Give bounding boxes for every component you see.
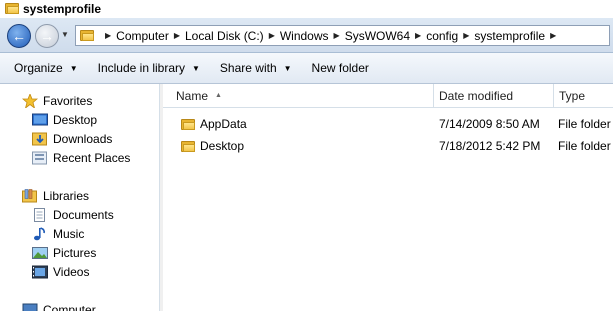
share-with-label: Share with [219, 61, 277, 75]
command-bar: Organize ▼ Include in library ▼ Share wi… [0, 53, 613, 84]
column-header-type[interactable]: Type [559, 84, 585, 107]
breadcrumb-separator[interactable]: ▶ [105, 31, 111, 40]
breadcrumb-separator[interactable]: ▶ [269, 31, 275, 40]
folder-icon [181, 118, 195, 131]
title-bar: systemprofile [0, 0, 613, 18]
chevron-down-icon: ▼ [192, 63, 200, 73]
breadcrumb-separator[interactable]: ▶ [463, 31, 469, 40]
chevron-down-icon: ▼ [283, 63, 292, 73]
file-row[interactable]: Desktop 7/18/2012 5:42 PM File folder [163, 136, 613, 156]
nav-label: Downloads [53, 132, 113, 146]
downloads-folder-icon [32, 132, 48, 146]
folder-icon [181, 140, 195, 153]
new-folder-label: New folder [311, 61, 369, 75]
include-in-library-label: Include in library [97, 61, 185, 75]
back-button[interactable]: ← [7, 24, 31, 48]
file-date: 7/18/2012 5:42 PM [439, 139, 541, 153]
arrow-left-icon: ← [12, 28, 26, 44]
breadcrumb-separator[interactable]: ▶ [415, 31, 421, 40]
nav-item-pictures[interactable]: Pictures [32, 246, 96, 260]
folder-icon [5, 3, 19, 15]
breadcrumb-windows[interactable]: Windows [280, 29, 329, 43]
pictures-icon [32, 246, 48, 260]
file-type: File folder [558, 117, 611, 131]
breadcrumb-computer[interactable]: Computer [116, 29, 169, 43]
column-header-name[interactable]: Name ▲ [176, 84, 222, 107]
breadcrumb-separator[interactable]: ▶ [334, 31, 340, 40]
file-name: Desktop [200, 139, 245, 153]
nav-label: Favorites [43, 94, 93, 108]
recent-places-icon [32, 151, 48, 165]
file-name-cell: Desktop [181, 136, 381, 156]
nav-label: Libraries [43, 189, 90, 203]
nav-item-videos[interactable]: Videos [32, 265, 89, 279]
breadcrumb-syswow64[interactable]: SysWOW64 [345, 29, 410, 43]
share-with-button[interactable]: Share with ▼ [220, 61, 292, 75]
file-name-cell: AppData [181, 114, 381, 134]
nav-label: Documents [53, 208, 114, 222]
chevron-down-icon: ▼ [69, 63, 78, 73]
address-bar[interactable]: ▶ Computer ▶ Local Disk (C:) ▶ Windows ▶… [75, 25, 610, 46]
nav-label: Pictures [53, 246, 97, 260]
nav-item-computer[interactable]: Computer [22, 303, 96, 311]
computer-icon [22, 303, 38, 311]
file-date: 7/14/2009 8:50 AM [439, 117, 540, 131]
breadcrumb-systemprofile[interactable]: systemprofile [474, 29, 545, 43]
recent-pages-dropdown[interactable]: ▼ [61, 30, 69, 39]
breadcrumb-config[interactable]: config [426, 29, 458, 43]
libraries-icon [22, 189, 38, 203]
organize-button[interactable]: Organize ▼ [14, 61, 78, 75]
window-title: systemprofile [23, 2, 102, 16]
file-list: Name ▲ Date modified Type AppData 7/14/2… [163, 84, 613, 311]
organize-label: Organize [14, 61, 63, 75]
nav-item-favorites[interactable]: Favorites [21, 92, 93, 110]
nav-item-libraries[interactable]: Libraries [22, 189, 89, 203]
arrow-right-icon: → [40, 28, 54, 44]
documents-icon [32, 208, 48, 222]
column-header-row: Name ▲ Date modified Type [163, 84, 613, 108]
file-name: AppData [200, 117, 247, 131]
breadcrumb-dropdown[interactable]: ▶ [550, 31, 556, 40]
nav-label: Computer [43, 303, 96, 311]
nav-item-documents[interactable]: Documents [32, 208, 114, 222]
navigation-pane: Favorites Desktop Downloads Recent Place… [0, 84, 160, 311]
include-in-library-button[interactable]: Include in library ▼ [98, 61, 200, 75]
nav-label: Recent Places [53, 151, 131, 165]
new-folder-button[interactable]: New folder [312, 61, 369, 75]
nav-item-recent-places[interactable]: Recent Places [32, 151, 130, 165]
nav-item-desktop[interactable]: Desktop [32, 113, 97, 127]
nav-item-music[interactable]: Music [32, 227, 84, 241]
star-icon [21, 92, 39, 110]
nav-label: Music [53, 227, 85, 241]
forward-button[interactable]: → [35, 24, 59, 48]
file-row[interactable]: AppData 7/14/2009 8:50 AM File folder [163, 114, 613, 134]
sort-ascending-icon: ▲ [215, 92, 222, 99]
nav-item-downloads[interactable]: Downloads [32, 132, 112, 146]
breadcrumb-separator[interactable]: ▶ [174, 31, 180, 40]
column-header-label: Type [559, 88, 586, 103]
column-divider[interactable] [553, 84, 554, 107]
nav-label: Desktop [53, 113, 98, 127]
breadcrumb-local-disk[interactable]: Local Disk (C:) [185, 29, 264, 43]
desktop-icon [32, 113, 48, 127]
folder-icon [80, 29, 96, 42]
column-header-label: Name [176, 88, 209, 103]
column-header-date-modified[interactable]: Date modified [439, 84, 513, 107]
navigation-bar: ← → ▼ ▶ Computer ▶ Local Disk (C:) ▶ Win… [0, 18, 613, 53]
videos-icon [32, 265, 48, 279]
column-divider[interactable] [433, 84, 434, 107]
file-type: File folder [558, 139, 611, 153]
nav-label: Videos [53, 265, 90, 279]
music-note-icon [32, 227, 48, 241]
column-header-label: Date modified [439, 88, 514, 103]
